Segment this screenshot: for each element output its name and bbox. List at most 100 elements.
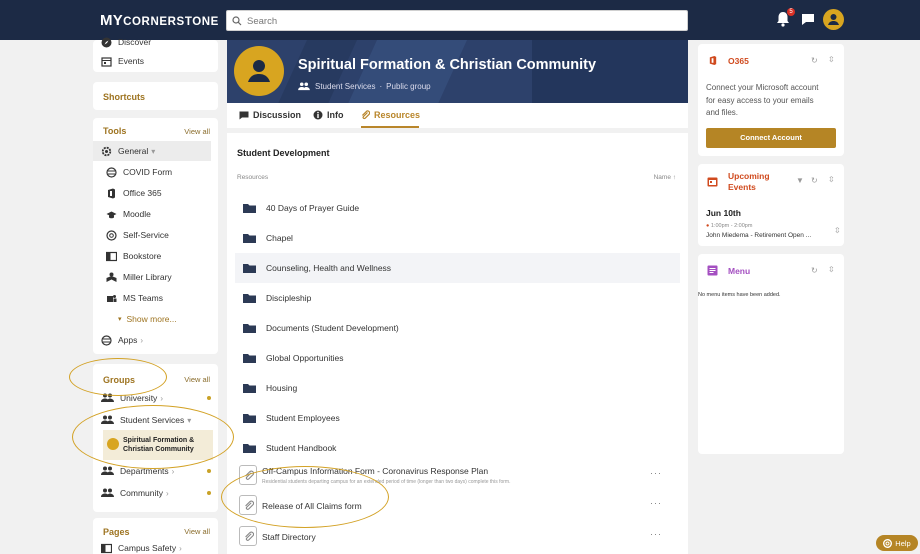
folder-row[interactable]: Discipleship: [235, 283, 680, 313]
sort-by-name-button[interactable]: Name ↑: [654, 174, 676, 181]
folder-icon: [243, 264, 256, 273]
file-row[interactable]: Release of All Claims form ···: [235, 490, 680, 520]
chat-icon[interactable]: [801, 13, 815, 26]
teams-icon: [107, 294, 117, 302]
caret-down-icon: ▾: [118, 316, 122, 323]
tools-view-all-link[interactable]: View all: [184, 127, 210, 136]
tool-item-office-365[interactable]: Office 365: [106, 185, 162, 201]
event-date: Jun 10th: [706, 208, 741, 218]
folder-row[interactable]: Housing: [235, 373, 680, 403]
search-input[interactable]: Search: [226, 10, 688, 31]
tool-item-ms-teams[interactable]: MS Teams: [106, 290, 163, 306]
folder-row[interactable]: 40 Days of Prayer Guide: [235, 193, 680, 223]
file-row[interactable]: Staff Directory ···: [235, 521, 680, 551]
connect-account-button[interactable]: Connect Account: [706, 128, 836, 148]
lifebuoy-icon: [883, 538, 893, 548]
folder-row[interactable]: Counseling, Health and Wellness: [235, 253, 680, 283]
folder-icon: [243, 414, 256, 423]
menu-empty-message: No menu items have been added.: [698, 292, 781, 298]
calendar-icon: [707, 177, 718, 187]
more-options-button[interactable]: ···: [650, 529, 662, 539]
nav-card: Discover Events: [93, 37, 218, 72]
events-title: Upcoming Events: [728, 171, 770, 192]
refresh-icon[interactable]: ↻: [811, 176, 818, 185]
group-parent-link[interactable]: Student Services: [315, 82, 375, 91]
tool-item-self-service[interactable]: Self-Service: [106, 227, 169, 243]
upcoming-events-widget: Upcoming Events ▼ ↻ ⇳ Jun 10th ● 1:00pm …: [698, 164, 844, 246]
chevron-right-icon: ›: [179, 543, 182, 553]
collapse-icon[interactable]: ⇳: [828, 55, 835, 64]
collapse-icon[interactable]: ⇳: [828, 265, 835, 274]
event-title-link[interactable]: John Miedema - Retirement Open ...: [706, 232, 811, 239]
tool-item-covid-form[interactable]: COVID Form: [106, 164, 172, 180]
sidebar-item-events[interactable]: Events: [101, 53, 144, 69]
folder-icon: [243, 294, 256, 303]
tools-show-more-link[interactable]: ▾ Show more...: [118, 311, 177, 327]
shortcuts-card: Shortcuts: [93, 82, 218, 110]
menu-icon: [707, 265, 718, 276]
attachment-icon: [239, 465, 257, 485]
menu-title: Menu: [728, 266, 751, 276]
folder-row[interactable]: Documents (Student Development): [235, 313, 680, 343]
people-icon: [101, 488, 114, 497]
group-student-services-toggle[interactable]: Student Services ▾: [101, 412, 191, 428]
group-departments[interactable]: Departments ›: [101, 463, 174, 479]
tools-card: Tools View all General ▾ COVID Form Offic…: [93, 118, 218, 354]
shortcuts-heading[interactable]: Shortcuts: [103, 92, 145, 102]
group-community[interactable]: Community ›: [101, 485, 169, 501]
chevron-down-icon: ▾: [187, 415, 192, 425]
file-row[interactable]: Off-Campus Information Form - Coronaviru…: [235, 460, 680, 490]
filter-icon[interactable]: ▼: [796, 176, 804, 185]
group-active-spiritual-formation[interactable]: Spiritual Formation & Christian Communit…: [103, 430, 213, 460]
browser-window-icon: [101, 543, 112, 553]
o365-description: Connect your Microsoft account for easy …: [706, 83, 819, 117]
globe-icon: [106, 166, 117, 178]
sidebar-item-apps[interactable]: Apps ›: [101, 332, 143, 348]
folder-icon: [243, 324, 256, 333]
help-button[interactable]: Help: [876, 535, 918, 551]
chevron-right-icon: ›: [160, 393, 163, 403]
sort-arrow-icon: ↑: [672, 174, 676, 181]
event-time: ● 1:00pm - 2:00pm: [706, 223, 753, 229]
group-avatar-small: [107, 438, 119, 450]
tools-heading: Tools: [103, 126, 127, 136]
groups-heading: Groups: [103, 375, 136, 385]
tools-general-toggle[interactable]: General ▾: [101, 143, 155, 159]
tab-resources[interactable]: Resources: [361, 110, 420, 120]
refresh-icon[interactable]: ↻: [811, 266, 818, 275]
attachment-icon: [239, 526, 257, 546]
logo[interactable]: MYCORNERSTONE: [100, 12, 219, 29]
folder-icon: [243, 354, 256, 363]
pages-heading: Pages: [103, 527, 130, 537]
gear-icon: [101, 146, 112, 156]
group-tabs: Discussion Info Resources: [227, 103, 688, 128]
refresh-icon[interactable]: ↻: [811, 56, 818, 65]
tab-discussion[interactable]: Discussion: [239, 110, 301, 120]
chat-icon: [239, 111, 249, 119]
group-university[interactable]: University ›: [101, 390, 163, 406]
search-icon: [232, 16, 242, 26]
scroll-icon[interactable]: ⇳: [834, 226, 841, 235]
sidebar-item-discover[interactable]: Discover: [101, 34, 151, 50]
folder-row[interactable]: Global Opportunities: [235, 343, 680, 373]
user-avatar[interactable]: [823, 9, 844, 30]
tool-item-moodle[interactable]: Moodle: [106, 206, 151, 222]
browser-window-icon: [106, 251, 117, 261]
pages-view-all-link[interactable]: View all: [184, 527, 210, 536]
more-options-button[interactable]: ···: [650, 468, 662, 478]
tool-item-bookstore[interactable]: Bookstore: [106, 248, 161, 264]
at-sign-icon: [106, 229, 117, 241]
folder-row[interactable]: Student Employees: [235, 403, 680, 433]
folder-icon: [243, 444, 256, 453]
page-campus-safety[interactable]: Campus Safety ›: [101, 540, 182, 554]
collapse-icon[interactable]: ⇳: [828, 175, 835, 184]
groups-view-all-link[interactable]: View all: [184, 375, 210, 384]
folder-row[interactable]: Student Handbook: [235, 433, 680, 463]
tab-info[interactable]: Info: [313, 110, 344, 120]
more-options-button[interactable]: ···: [650, 498, 662, 508]
group-title: Spiritual Formation & Christian Communit…: [298, 57, 597, 73]
tool-item-miller-library[interactable]: Miller Library: [106, 269, 172, 285]
folder-row[interactable]: Chapel: [235, 223, 680, 253]
office-icon: [108, 188, 115, 198]
active-tab-indicator: [361, 126, 419, 128]
